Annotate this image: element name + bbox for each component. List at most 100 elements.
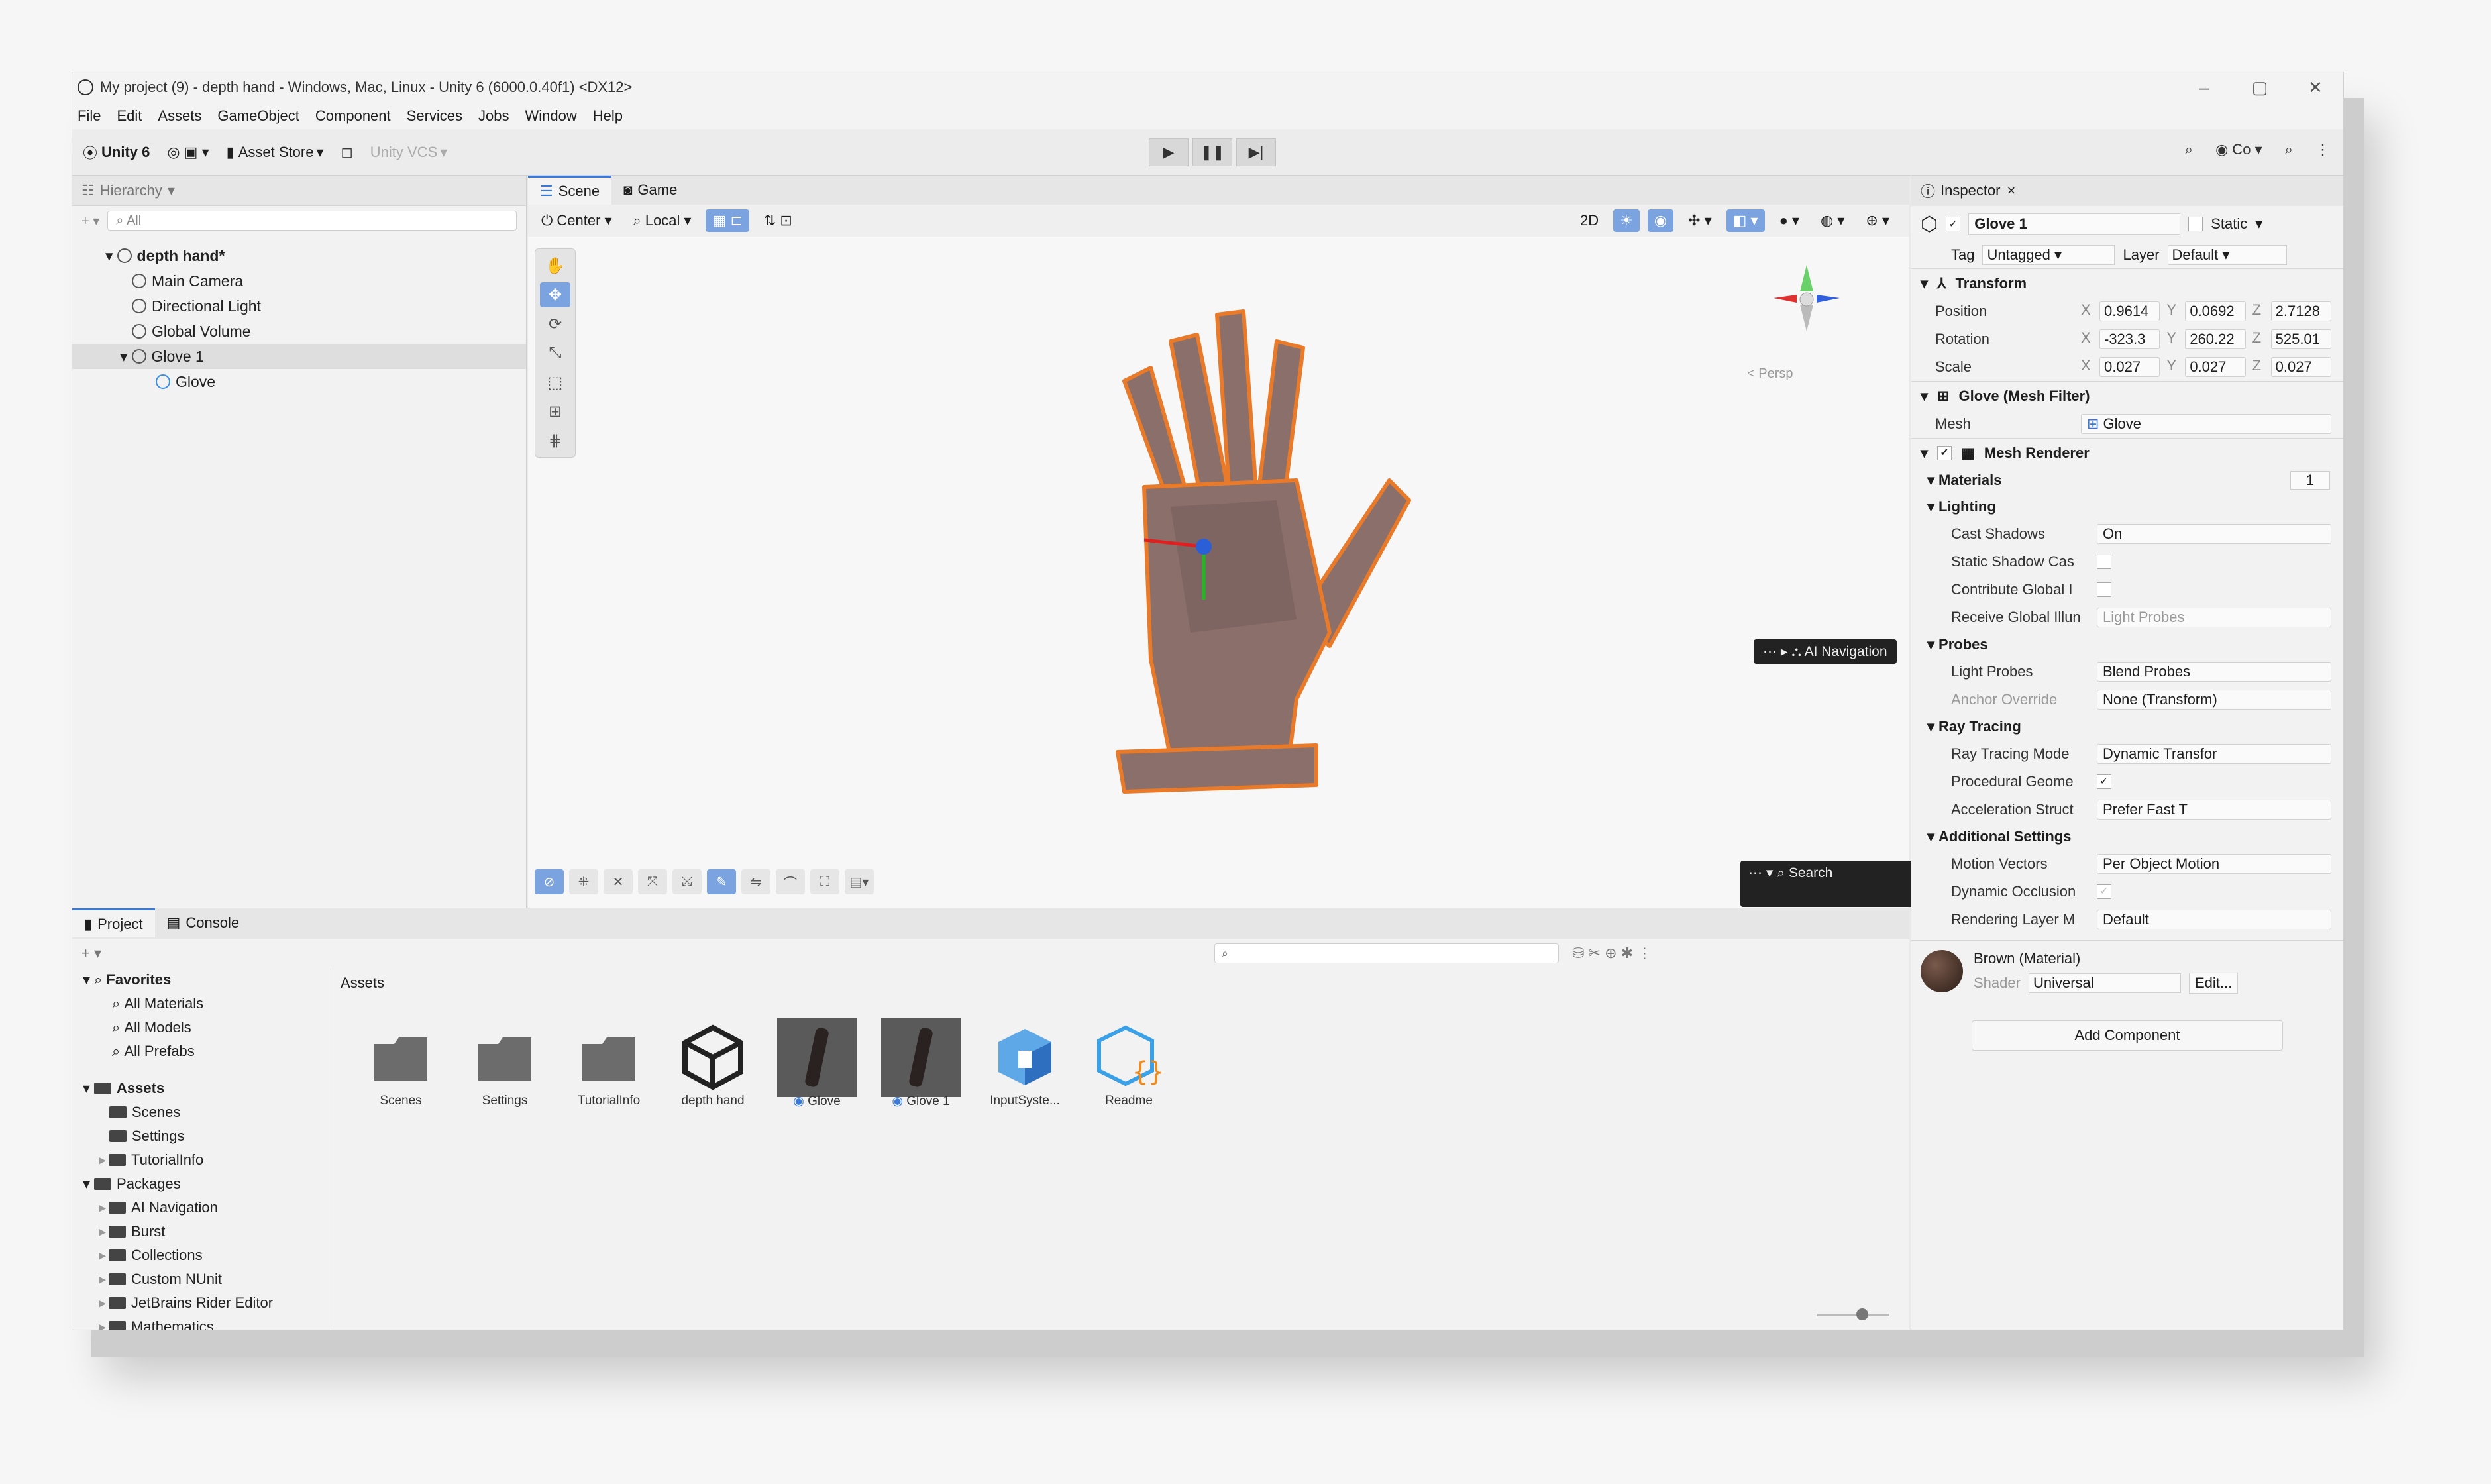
pin-tool-button[interactable]: ⤩: [672, 869, 702, 894]
arc-tool-button[interactable]: ⌒: [776, 869, 805, 894]
menu-file[interactable]: File: [78, 107, 101, 125]
lighting-foldout[interactable]: ▾ Lighting: [1911, 494, 2343, 520]
z-axis-gizmo[interactable]: [1196, 539, 1212, 555]
tree-item-settings[interactable]: Settings: [72, 1124, 331, 1148]
receive-gi-dropdown[interactable]: Light Probes: [2097, 608, 2331, 627]
pause-button[interactable]: ❚❚: [1192, 138, 1232, 166]
snap-tool-button[interactable]: ⇋: [741, 869, 770, 894]
asset-inputsystem[interactable]: InputSyste...: [975, 1021, 1075, 1108]
tab-game[interactable]: ◙ Game: [611, 176, 689, 205]
asset-store-button[interactable]: ▮ Asset Store ▾: [220, 139, 331, 166]
tree-item-favorites[interactable]: ▾ ⌕ Favorites: [72, 968, 331, 992]
tree-item-all-materials[interactable]: ⌕ All Materials: [72, 992, 331, 1016]
light-probes-dropdown[interactable]: Blend Probes: [2097, 662, 2331, 682]
toggle-2d-button[interactable]: 2D: [1573, 209, 1605, 232]
projection-label[interactable]: < Persp: [1747, 366, 1793, 382]
tab-scene[interactable]: ☰ Scene: [528, 176, 612, 205]
rt-mode-dropdown[interactable]: Dynamic Transfor: [2097, 744, 2331, 764]
glove-model[interactable]: [1078, 288, 1422, 818]
snap-increment-button[interactable]: ⇅ ⊡: [757, 209, 799, 232]
menu-help[interactable]: Help: [593, 107, 623, 125]
step-button[interactable]: ▶|: [1236, 138, 1276, 166]
rendering-layer-dropdown[interactable]: Default: [2097, 910, 2331, 929]
tree-item-packages[interactable]: ▾ Packages: [72, 1172, 331, 1196]
more-menu-icon[interactable]: ⋮: [2315, 141, 2330, 158]
layer-dropdown[interactable]: Default ▾: [2167, 245, 2287, 265]
material-title[interactable]: Brown (Material): [1974, 950, 2334, 973]
search-global-icon[interactable]: ⌕: [2285, 141, 2293, 158]
tree-item-jetbrains-rider-editor[interactable]: ▸ JetBrains Rider Editor: [72, 1291, 331, 1315]
account-button[interactable]: ⦿ Unity 6: [76, 139, 156, 166]
cloud-status-button[interactable]: ◻: [335, 139, 360, 166]
zoom-slider-handle[interactable]: [1856, 1308, 1868, 1320]
dynamic-occlusion-checkbox[interactable]: ✓: [2097, 884, 2111, 899]
hierarchy-search-input[interactable]: ⌕ All: [107, 211, 517, 231]
static-shadow-checkbox[interactable]: [2097, 555, 2111, 569]
menu-edit[interactable]: Edit: [117, 107, 142, 125]
tab-project[interactable]: ▮ Project: [72, 908, 155, 937]
vcs-button[interactable]: Unity VCS ▾: [364, 139, 454, 166]
object-name-field[interactable]: Glove 1: [1968, 213, 2181, 235]
contribute-gi-checkbox[interactable]: [2097, 582, 2111, 597]
add-component-button[interactable]: Add Component: [1972, 1020, 2283, 1051]
add-icon[interactable]: + ▾: [81, 945, 101, 962]
rotation-x-field[interactable]: -323.3: [2099, 329, 2160, 349]
ray-tracing-foldout[interactable]: ▾ Ray Tracing: [1911, 714, 2343, 740]
tag-dropdown[interactable]: Untagged ▾: [1982, 245, 2115, 265]
static-checkbox[interactable]: [2188, 217, 2203, 231]
transform-tool[interactable]: ⊞: [540, 399, 570, 424]
search-icon[interactable]: ⌕: [2185, 141, 2193, 158]
mesh-field[interactable]: ⊞ Glove: [2081, 414, 2331, 434]
anchor-override-field[interactable]: None (Transform): [2097, 690, 2331, 710]
position-x-field[interactable]: 0.9614: [2099, 301, 2160, 321]
rect-tool[interactable]: ⬚: [540, 370, 570, 395]
cast-shadows-dropdown[interactable]: On: [2097, 524, 2331, 544]
asset-tutorialinfo[interactable]: TutorialInfo: [559, 1021, 659, 1108]
scale-z-field[interactable]: 0.027: [2270, 357, 2331, 377]
breadcrumb[interactable]: Assets: [331, 968, 1909, 998]
materials-foldout[interactable]: ▾ Materials 1: [1911, 467, 2343, 494]
camera-dropdown[interactable]: ● ▾: [1773, 209, 1806, 232]
hierarchy-item-main-camera[interactable]: Main Camera: [72, 268, 526, 293]
probe-tool-button[interactable]: ✕: [604, 869, 633, 894]
play-button[interactable]: ▶: [1149, 138, 1189, 166]
tree-item-collections[interactable]: ▸ Collections: [72, 1244, 331, 1267]
tree-item-all-models[interactable]: ⌕ All Models: [72, 1016, 331, 1039]
view-tool[interactable]: ✋: [540, 253, 570, 278]
material-preview-icon[interactable]: [1921, 950, 1963, 992]
cursor-tool-button[interactable]: ✎: [707, 869, 736, 894]
pivot-dropdown[interactable]: ⏻ Center ▾: [535, 209, 619, 232]
chevron-down-icon[interactable]: ▾: [2255, 215, 2262, 233]
asset-scenes[interactable]: Scenes: [351, 1021, 450, 1108]
shader-edit-button[interactable]: Edit...: [2188, 973, 2239, 994]
project-search-input[interactable]: ⌕: [1214, 943, 1560, 963]
hierarchy-item-glove-1[interactable]: ▾ Glove 1: [72, 344, 526, 369]
tree-item-scenes[interactable]: Scenes: [72, 1100, 331, 1124]
menu-jobs[interactable]: Jobs: [478, 107, 509, 125]
gizmos-dropdown[interactable]: ◍ ▾: [1814, 209, 1851, 232]
spline-tool-button[interactable]: ⁜: [569, 869, 598, 894]
lighting-toggle[interactable]: ☀: [1613, 209, 1640, 232]
bounds-tool-button[interactable]: ⤧: [638, 869, 667, 894]
motion-vectors-dropdown[interactable]: Per Object Motion: [2097, 854, 2331, 874]
menu-services[interactable]: Services: [407, 107, 462, 125]
ai-navigation-overlay[interactable]: ⋯ ▸ ⛬ AI Navigation: [1754, 639, 1897, 664]
filter-icons[interactable]: ⛁ ✂ ⊕ ✱ ⋮: [1572, 945, 1652, 962]
menu-window[interactable]: Window: [525, 107, 577, 125]
zoom-slider[interactable]: [1817, 1308, 1889, 1320]
scale-tool[interactable]: ⤡: [540, 341, 570, 366]
display-tool-button[interactable]: ▤▾: [845, 869, 874, 894]
close-icon[interactable]: ×: [2007, 182, 2016, 199]
move-tool[interactable]: ✥: [540, 282, 570, 307]
asset-readme[interactable]: {} Readme: [1079, 1021, 1179, 1108]
add-icon[interactable]: + ▾: [81, 213, 99, 229]
frame-tool-button[interactable]: ⛶: [810, 869, 839, 894]
tree-item-custom-nunit[interactable]: ▸ Custom NUnit: [72, 1267, 331, 1291]
rotate-tool[interactable]: ⟳: [540, 311, 570, 337]
tree-item-mathematics[interactable]: ▸ Mathematics: [72, 1315, 331, 1330]
mesh-renderer-header[interactable]: ▾ ✓ ▦ Mesh Renderer: [1911, 438, 2343, 467]
hierarchy-item-directional-light[interactable]: Directional Light: [72, 293, 526, 319]
shader-dropdown[interactable]: Universal: [2028, 973, 2181, 993]
procedural-checkbox[interactable]: ✓: [2097, 774, 2111, 789]
tree-item-assets[interactable]: ▾ Assets: [72, 1077, 331, 1100]
